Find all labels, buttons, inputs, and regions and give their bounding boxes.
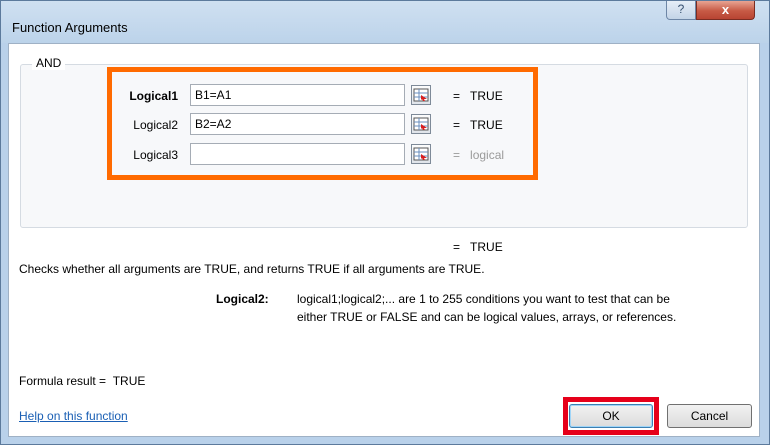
arg-label-logical2: Logical2 [133,118,178,132]
ok-button[interactable]: OK [569,404,653,428]
arg-label-logical3: Logical3 [133,148,178,162]
arg-help-label: Logical2: [216,292,269,306]
arg-help-line2: either TRUE or FALSE and can be logical … [297,310,677,324]
formula-result: Formula result = TRUE [19,374,146,388]
arg-result-logical2: = TRUE [453,118,503,132]
title-bar[interactable]: Function Arguments ? x [1,1,769,43]
logical2-input[interactable]: B2=A2 [190,113,405,135]
close-icon-button[interactable]: x [696,1,755,20]
arg-label-logical1: Logical1 [129,89,178,103]
help-icon-button[interactable]: ? [666,1,696,20]
arg-result-logical1: = TRUE [453,89,503,103]
window-title: Function Arguments [12,20,128,35]
collapse-dialog-icon[interactable] [411,85,431,105]
collapse-dialog-icon[interactable] [411,114,431,134]
logical1-input[interactable]: B1=A1 [190,84,405,106]
collapse-dialog-icon[interactable] [411,144,431,164]
overall-result: = TRUE [453,240,503,254]
function-description: Checks whether all arguments are TRUE, a… [19,262,485,276]
arg-result-logical3: = logical [453,148,505,162]
help-on-function-link[interactable]: Help on this function [19,409,128,423]
function-name: AND [32,56,66,70]
arg-help-line1: logical1;logical2;... are 1 to 255 condi… [297,292,670,306]
logical3-input[interactable] [190,143,405,165]
cancel-button[interactable]: Cancel [667,404,752,428]
